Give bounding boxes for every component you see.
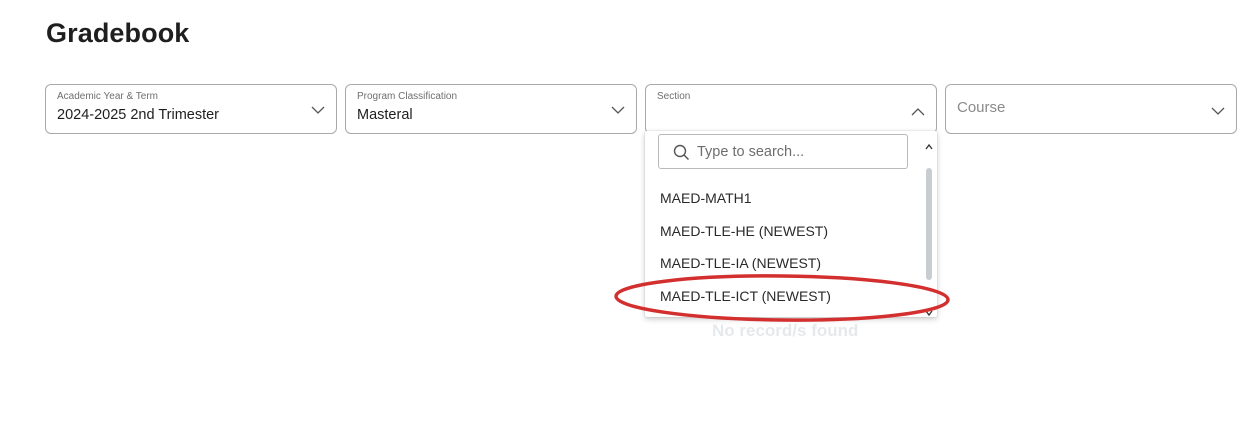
section-search-input[interactable]: [697, 140, 897, 164]
dropdown-scrollbar[interactable]: [924, 133, 934, 317]
section-option[interactable]: MAED-MATH1: [645, 181, 925, 214]
course-select[interactable]: Course: [945, 84, 1237, 134]
section-options-list: MAED-MATH1 MAED-TLE-HE (NEWEST) MAED-TLE…: [645, 181, 925, 311]
scroll-up-arrow-icon[interactable]: [925, 138, 933, 150]
chevron-down-icon[interactable]: [1210, 103, 1226, 119]
academic-year-term-select[interactable]: Academic Year & Term 2024-2025 2nd Trime…: [45, 84, 337, 134]
program-classification-value: Masteral: [357, 107, 413, 123]
section-option[interactable]: MAED-TLE-HE (NEWEST): [645, 214, 925, 247]
program-classification-select[interactable]: Program Classification Masteral: [345, 84, 637, 134]
section-label: Section: [657, 91, 691, 102]
academic-year-term-label: Academic Year & Term: [57, 91, 158, 102]
section-select[interactable]: Section: [645, 84, 937, 134]
chevron-up-icon[interactable]: [910, 104, 926, 120]
section-dropdown: MAED-MATH1 MAED-TLE-HE (NEWEST) MAED-TLE…: [645, 131, 937, 317]
program-classification-label: Program Classification: [357, 91, 458, 102]
scroll-down-arrow-icon[interactable]: [925, 304, 933, 317]
section-option[interactable]: MAED-TLE-IA (NEWEST): [645, 246, 925, 279]
section-option-highlighted[interactable]: MAED-TLE-ICT (NEWEST): [645, 279, 925, 312]
course-placeholder: Course: [957, 99, 1006, 116]
scroll-thumb[interactable]: [926, 168, 932, 280]
search-icon: [673, 144, 690, 161]
page-title: Gradebook: [46, 18, 190, 48]
academic-year-term-value: 2024-2025 2nd Trimester: [57, 107, 220, 123]
section-search-box[interactable]: [658, 134, 908, 169]
chevron-down-icon[interactable]: [610, 102, 626, 118]
empty-state-message: No record/s found: [712, 321, 859, 340]
chevron-down-icon[interactable]: [310, 102, 326, 118]
